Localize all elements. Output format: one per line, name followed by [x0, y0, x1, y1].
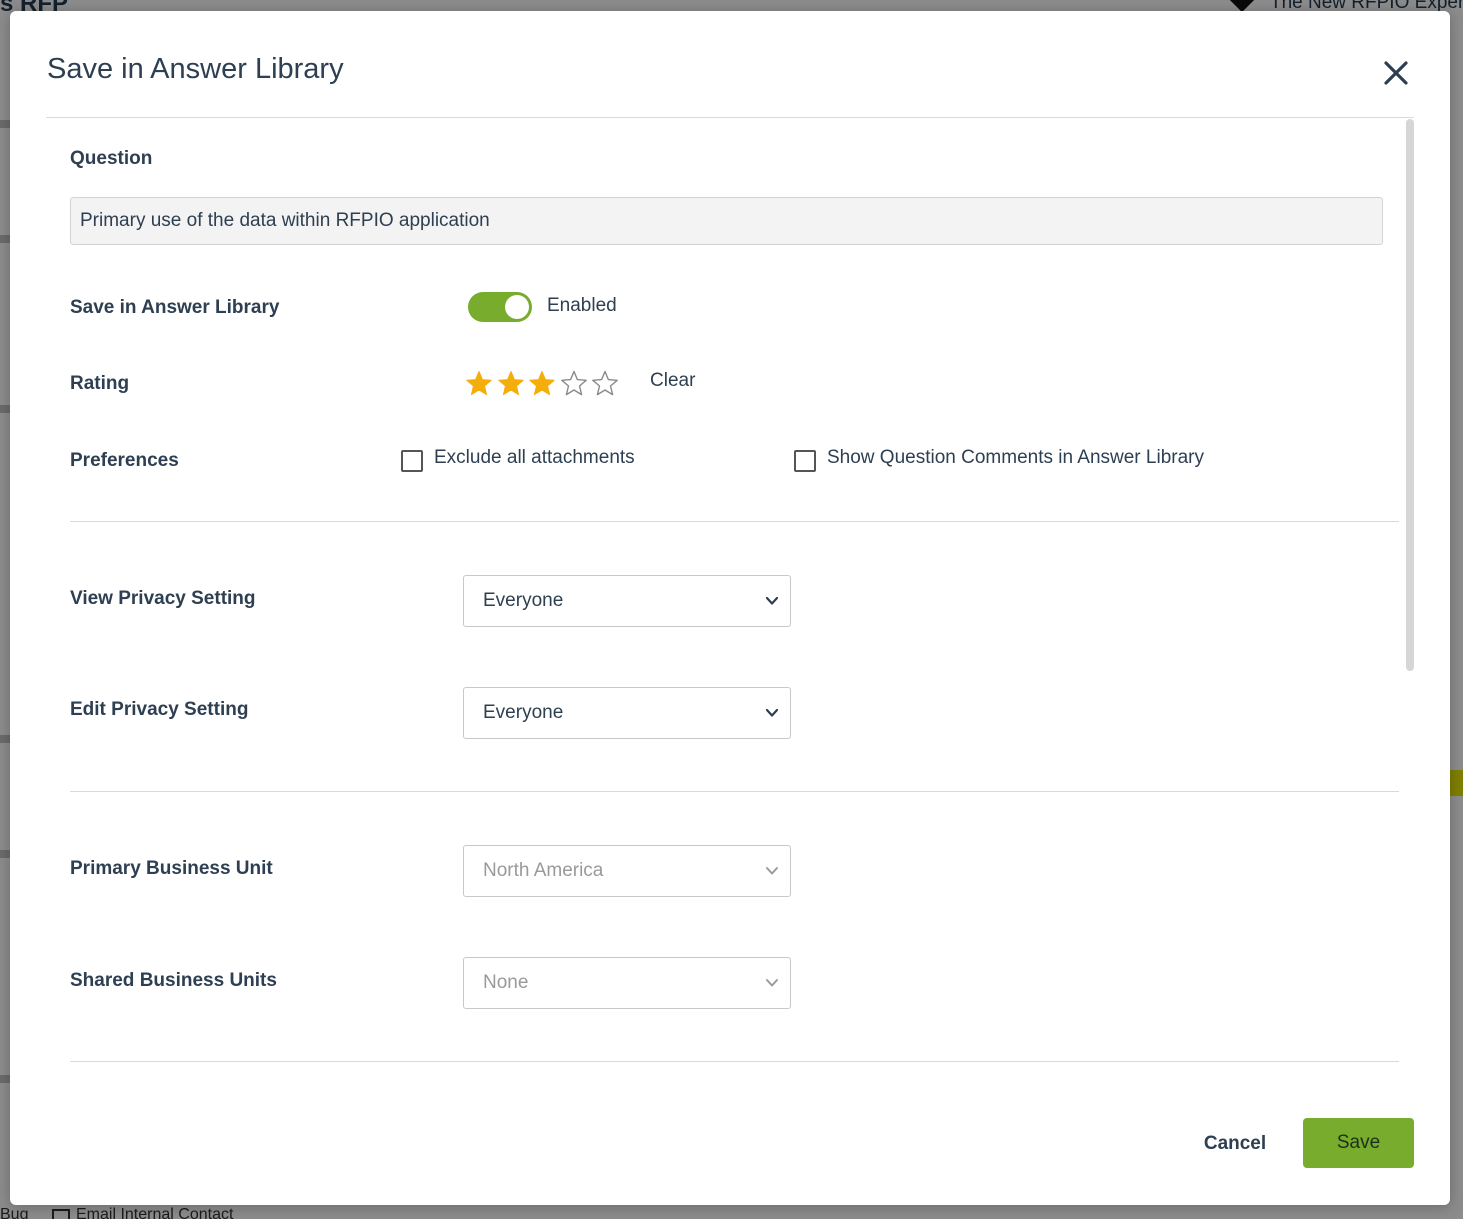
question-label: Question: [70, 148, 153, 169]
exclude-attachments-label[interactable]: Exclude all attachments: [434, 447, 635, 469]
dialog-title: Save in Answer Library: [47, 53, 344, 85]
chevron-down-icon: [764, 594, 780, 608]
primary-business-unit-value: North America: [483, 860, 604, 881]
shared-business-units-value: None: [483, 972, 529, 993]
rating-label: Rating: [70, 373, 130, 394]
primary-business-unit-select: North America: [463, 845, 791, 897]
star-filled-icon[interactable]: [527, 369, 557, 399]
toggle-status-text: Enabled: [547, 295, 617, 316]
chevron-down-icon: [764, 864, 780, 878]
close-button[interactable]: [1380, 57, 1412, 89]
question-text: Primary use of the data within RFPIO app…: [70, 197, 1383, 245]
title-divider: [46, 117, 1414, 118]
star-empty-icon[interactable]: [559, 369, 589, 399]
save-in-library-toggle[interactable]: [468, 292, 532, 322]
chevron-down-icon: [764, 976, 780, 990]
view-privacy-select[interactable]: Everyone: [463, 575, 791, 627]
toggle-knob: [505, 295, 529, 319]
scrollbar-thumb[interactable]: [1406, 119, 1414, 671]
edit-privacy-label: Edit Privacy Setting: [70, 699, 249, 720]
close-icon: [1384, 61, 1408, 85]
chevron-down-icon: [764, 706, 780, 720]
save-button[interactable]: Save: [1303, 1118, 1414, 1168]
save-in-library-label: Save in Answer Library: [70, 297, 280, 318]
view-privacy-label: View Privacy Setting: [70, 588, 256, 609]
exclude-attachments-checkbox[interactable]: [401, 450, 423, 472]
star-filled-icon[interactable]: [464, 369, 494, 399]
section-divider: [70, 521, 1399, 522]
edit-privacy-value: Everyone: [483, 702, 564, 723]
clear-rating-link[interactable]: Clear: [650, 370, 695, 392]
section-divider: [70, 791, 1399, 792]
section-divider: [70, 1061, 1399, 1062]
star-filled-icon[interactable]: [496, 369, 526, 399]
shared-business-units-select: None: [463, 957, 791, 1009]
save-in-answer-library-dialog: Save in Answer Library Question Primary …: [10, 11, 1450, 1205]
show-comments-label[interactable]: Show Question Comments in Answer Library: [827, 447, 1204, 469]
star-empty-icon[interactable]: [590, 369, 620, 399]
preferences-label: Preferences: [70, 450, 179, 471]
cancel-button[interactable]: Cancel: [1192, 1119, 1278, 1169]
shared-business-units-label: Shared Business Units: [70, 970, 277, 991]
view-privacy-value: Everyone: [483, 590, 564, 611]
edit-privacy-select[interactable]: Everyone: [463, 687, 791, 739]
show-comments-checkbox[interactable]: [794, 450, 816, 472]
primary-business-unit-label: Primary Business Unit: [70, 858, 273, 879]
